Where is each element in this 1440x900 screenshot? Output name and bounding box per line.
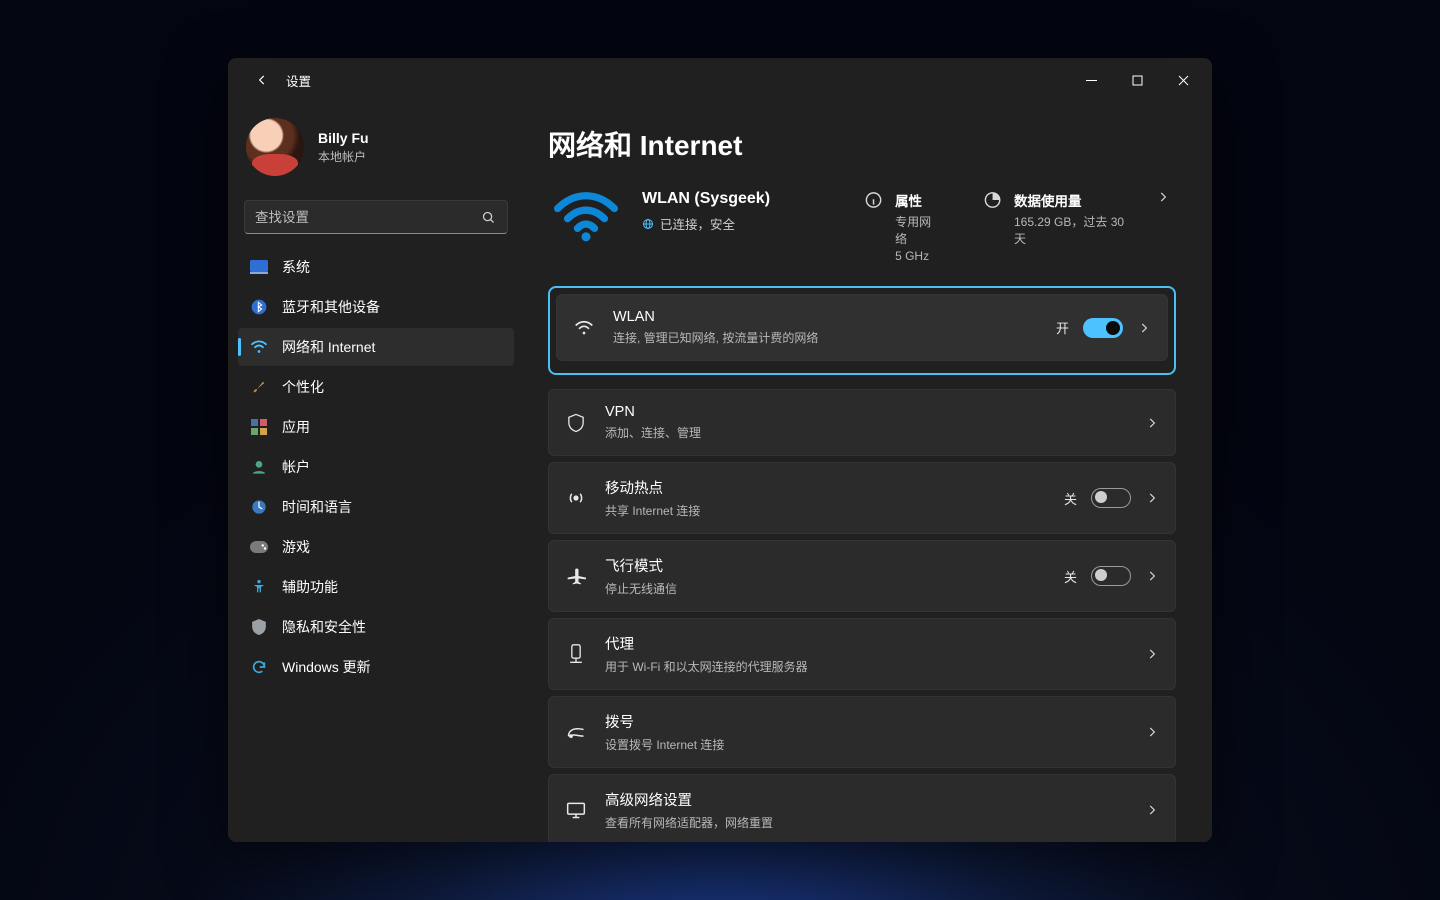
proxy-icon bbox=[565, 644, 587, 664]
profile-sub: 本地帐户 bbox=[318, 148, 369, 165]
clock-globe-icon bbox=[250, 498, 268, 516]
update-icon bbox=[250, 658, 268, 676]
avatar bbox=[246, 118, 304, 176]
shield-icon bbox=[565, 413, 587, 433]
wlan-toggle-label: 开 bbox=[1056, 318, 1069, 337]
nav-system[interactable]: 系统 bbox=[238, 248, 514, 286]
airplane-toggle[interactable] bbox=[1091, 566, 1131, 586]
chevron-right-icon bbox=[1145, 569, 1159, 583]
minimize-button[interactable] bbox=[1068, 64, 1114, 96]
hotspot-icon bbox=[565, 488, 587, 508]
card-airplane[interactable]: 飞行模式 停止无线通信 关 bbox=[548, 540, 1176, 612]
nav-bluetooth[interactable]: 蓝牙和其他设备 bbox=[238, 288, 514, 326]
profile-name: Billy Fu bbox=[318, 130, 369, 146]
wlan-highlight: WLAN 连接, 管理已知网络, 按流量计费的网络 开 bbox=[548, 286, 1176, 375]
card-dialup[interactable]: 拨号 设置拨号 Internet 连接 bbox=[548, 696, 1176, 768]
nav-gaming[interactable]: 游戏 bbox=[238, 528, 514, 566]
system-icon bbox=[250, 258, 268, 276]
airplane-icon bbox=[565, 566, 587, 586]
wifi-large-icon bbox=[552, 190, 620, 244]
brush-icon bbox=[250, 378, 268, 396]
hotspot-toggle[interactable] bbox=[1091, 488, 1131, 508]
nav-windows-update[interactable]: Windows 更新 bbox=[238, 648, 514, 686]
close-button[interactable] bbox=[1160, 64, 1206, 96]
accessibility-icon bbox=[250, 578, 268, 596]
search-input[interactable] bbox=[255, 210, 479, 225]
nav-time-language[interactable]: 时间和语言 bbox=[238, 488, 514, 526]
main-content: 网络和 Internet WLAN (Sysgeek) 已连接，安全 属性 bbox=[524, 102, 1212, 842]
wlan-sub: 连接, 管理已知网络, 按流量计费的网络 bbox=[613, 329, 1038, 346]
chevron-right-icon bbox=[1145, 803, 1159, 817]
nav: 系统 蓝牙和其他设备 网络和 Internet 个性化 应用 bbox=[238, 248, 514, 686]
data-usage-icon bbox=[983, 190, 1002, 210]
network-state: 已连接，安全 bbox=[642, 214, 842, 233]
wifi-icon bbox=[250, 338, 268, 356]
search-icon bbox=[479, 208, 497, 226]
wlan-toggle[interactable] bbox=[1083, 318, 1123, 338]
data-usage-label: 数据使用量 bbox=[1014, 190, 1134, 210]
shield-icon bbox=[250, 618, 268, 636]
network-status-main[interactable]: WLAN (Sysgeek) 已连接，安全 bbox=[642, 190, 842, 233]
dialup-icon bbox=[565, 724, 587, 740]
properties-label: 属性 bbox=[895, 190, 941, 210]
wlan-title: WLAN bbox=[613, 309, 1038, 325]
titlebar: 设置 bbox=[228, 58, 1212, 102]
back-button[interactable] bbox=[246, 64, 278, 96]
network-properties-block[interactable]: 属性 专用网络 5 GHz bbox=[864, 190, 941, 264]
chevron-right-icon bbox=[1145, 416, 1159, 430]
page-title: 网络和 Internet bbox=[548, 124, 1176, 164]
network-ssid: WLAN (Sysgeek) bbox=[642, 190, 842, 208]
info-icon bbox=[864, 190, 883, 210]
nav-accounts[interactable]: 帐户 bbox=[238, 448, 514, 486]
status-expand[interactable] bbox=[1156, 190, 1176, 204]
settings-window: 设置 Billy Fu 本地帐户 bbox=[228, 58, 1212, 842]
properties-sub: 专用网络 5 GHz bbox=[895, 214, 941, 264]
sidebar: Billy Fu 本地帐户 系统 蓝牙和其他设备 bbox=[228, 102, 524, 842]
wifi-icon bbox=[573, 320, 595, 336]
nav-privacy[interactable]: 隐私和安全性 bbox=[238, 608, 514, 646]
monitor-icon bbox=[565, 801, 587, 819]
chevron-right-icon bbox=[1145, 491, 1159, 505]
card-proxy[interactable]: 代理 用于 Wi-Fi 和以太网连接的代理服务器 bbox=[548, 618, 1176, 690]
nav-apps[interactable]: 应用 bbox=[238, 408, 514, 446]
person-icon bbox=[250, 458, 268, 476]
data-usage-block[interactable]: 数据使用量 165.29 GB，过去 30 天 bbox=[983, 190, 1134, 248]
maximize-button[interactable] bbox=[1114, 64, 1160, 96]
nav-accessibility[interactable]: 辅助功能 bbox=[238, 568, 514, 606]
profile-block[interactable]: Billy Fu 本地帐户 bbox=[238, 102, 514, 194]
chevron-right-icon bbox=[1145, 725, 1159, 739]
card-vpn[interactable]: VPN 添加、连接、管理 bbox=[548, 389, 1176, 456]
card-wlan[interactable]: WLAN 连接, 管理已知网络, 按流量计费的网络 开 bbox=[556, 294, 1168, 361]
gamepad-icon bbox=[250, 538, 268, 556]
window-title: 设置 bbox=[286, 71, 311, 90]
search-box[interactable] bbox=[244, 200, 508, 234]
chevron-right-icon bbox=[1145, 647, 1159, 661]
apps-icon bbox=[250, 418, 268, 436]
nav-personalize[interactable]: 个性化 bbox=[238, 368, 514, 406]
network-status-row: WLAN (Sysgeek) 已连接，安全 属性 专用网络 5 GHz bbox=[548, 190, 1176, 264]
nav-network[interactable]: 网络和 Internet bbox=[238, 328, 514, 366]
chevron-right-icon bbox=[1137, 321, 1151, 335]
data-usage-sub: 165.29 GB，过去 30 天 bbox=[1014, 214, 1134, 248]
card-advanced[interactable]: 高级网络设置 查看所有网络适配器，网络重置 bbox=[548, 774, 1176, 842]
bluetooth-icon bbox=[250, 298, 268, 316]
card-hotspot[interactable]: 移动热点 共享 Internet 连接 关 bbox=[548, 462, 1176, 534]
